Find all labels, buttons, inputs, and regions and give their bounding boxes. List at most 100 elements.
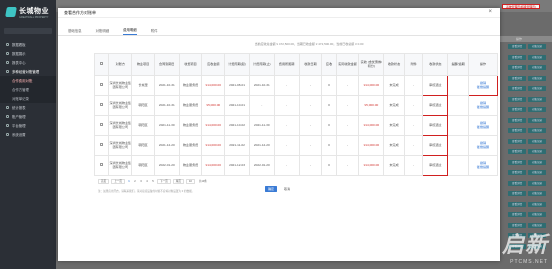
row-checkbox[interactable]: [100, 83, 104, 87]
reconcile-record-button[interactable]: 对账记录: [528, 65, 546, 70]
sidebar-item-label: 对账单记录: [12, 97, 29, 101]
background-action-row: 查看详情 对账记录: [500, 158, 552, 169]
sidebar-item-platform[interactable]: 平台管理: [0, 121, 56, 130]
table-row: 深圳长城物业集团有限公司 朝阳区 2021-11-30 物业服务费 ¥14,000.00…: [93, 115, 499, 136]
tab-reconciliation-detail[interactable]: 对账明细: [96, 28, 110, 35]
view-detail-button[interactable]: 查看详情: [508, 159, 526, 165]
payment-reminder-link[interactable]: 催缴提醒: [469, 105, 496, 110]
tab-fee-detail[interactable]: 费用明细: [123, 27, 137, 35]
reconcile-record-button[interactable]: 对账记录: [528, 149, 546, 154]
row-select-cell[interactable]: [93, 75, 110, 96]
sidebar-search-input[interactable]: [4, 28, 52, 34]
view-detail-button[interactable]: 查看详情: [508, 65, 526, 70]
row-checkbox[interactable]: [100, 103, 104, 107]
user-icon: [6, 115, 9, 118]
payment-reminder-link[interactable]: 催缴提醒: [469, 125, 496, 130]
last-page-button[interactable]: 尾页: [172, 179, 184, 184]
reconcile-record-button[interactable]: 对账记录: [528, 86, 546, 91]
view-detail-button[interactable]: 查看详情: [508, 180, 526, 186]
reconcile-record-button[interactable]: 对账记录: [528, 128, 546, 133]
sidebar-item-reconciliation[interactable]: 多种经营对账管理: [0, 67, 56, 76]
page-size-select[interactable]: 10: [185, 179, 195, 184]
reconcile-record-button[interactable]: 对账记录: [528, 201, 546, 207]
view-detail-button[interactable]: 查看详情: [508, 44, 526, 49]
background-action-row: 查看详情 对账记录: [500, 84, 552, 95]
view-detail-button[interactable]: 查看详情: [508, 149, 526, 154]
reconcile-record-button[interactable]: 对账记录: [528, 138, 546, 144]
page-number[interactable]: 2: [133, 180, 137, 183]
view-detail-button[interactable]: 查看详情: [508, 107, 526, 112]
sidebar-subitem-cooperation-fee[interactable]: 合作费用对账: [0, 76, 56, 85]
sidebar-item-label: 合作费用对账: [12, 79, 33, 83]
row-select-cell[interactable]: [93, 155, 110, 176]
view-detail-button[interactable]: 查看详情: [508, 96, 526, 102]
background-action-row: 查看详情 对账记录: [500, 210, 552, 221]
sidebar-subitem-partners[interactable]: 合作方管理: [0, 85, 56, 94]
tab-attachments[interactable]: 附件: [151, 28, 158, 35]
reconcile-record-button[interactable]: 对账记录: [528, 44, 546, 49]
page-number[interactable]: 1: [127, 180, 131, 183]
reconcile-record-button[interactable]: 对账记录: [528, 180, 546, 186]
user-menu[interactable]: 系统管理员(超级管理员): [502, 4, 540, 9]
select-all-checkbox[interactable]: [100, 62, 104, 66]
reconcile-record-button[interactable]: 对账记录: [528, 75, 546, 81]
reconcile-record-button[interactable]: 对账记录: [528, 159, 546, 165]
row-select-cell[interactable]: [93, 95, 110, 116]
reconcile-record-button[interactable]: 对账记录: [528, 212, 546, 217]
cell-actual: ¥14,000.00: [358, 155, 385, 176]
view-detail-button[interactable]: 查看详情: [508, 191, 526, 196]
sidebar-item-stats[interactable]: 统计报表: [0, 103, 56, 112]
view-detail-button[interactable]: 查看详情: [508, 75, 526, 81]
reconcile-record-button[interactable]: 对账记录: [528, 170, 546, 175]
row-checkbox[interactable]: [100, 163, 104, 167]
cell-amount: ¥14,000.00: [201, 75, 226, 96]
close-icon[interactable]: ×: [488, 9, 492, 15]
payment-reminder-link[interactable]: 催缴提醒: [469, 145, 496, 150]
row-checkbox[interactable]: [100, 123, 104, 127]
sidebar-item-data[interactable]: 数据展示: [0, 49, 56, 58]
column-header: 应收: [321, 53, 337, 76]
view-detail-button[interactable]: 查看详情: [508, 117, 526, 123]
cell-item: 物业服务费: [178, 115, 203, 136]
view-detail-button[interactable]: 查看详情: [508, 170, 526, 175]
cancel-button[interactable]: 取消: [281, 186, 293, 192]
view-detail-button[interactable]: 查看详情: [508, 128, 526, 133]
confirm-button[interactable]: 确定: [265, 186, 277, 192]
row-checkbox[interactable]: [100, 143, 104, 147]
sidebar-item-label: 统计报表: [12, 106, 26, 110]
sidebar-subitem-statements[interactable]: 对账单记录: [0, 94, 56, 103]
page-number[interactable]: 4: [145, 180, 149, 183]
payment-reminder-link[interactable]: 催缴提醒: [469, 85, 496, 90]
reconcile-record-button[interactable]: 对账记录: [528, 117, 546, 123]
page-number[interactable]: 3: [139, 180, 143, 183]
view-detail-button[interactable]: 查看详情: [508, 212, 526, 217]
row-select-cell[interactable]: [93, 115, 110, 136]
reconcile-record-button[interactable]: 对账记录: [528, 54, 546, 60]
tab-basic-info[interactable]: 基础信息: [68, 28, 82, 35]
logo-icon: [5, 7, 17, 17]
sidebar-item-reports[interactable]: 报表中心: [0, 58, 56, 67]
view-detail-button[interactable]: 查看详情: [508, 86, 526, 91]
reconcile-record-button[interactable]: 对账记录: [528, 96, 546, 102]
page-number[interactable]: 5: [151, 180, 155, 183]
payment-reminder-link[interactable]: 催缴提醒: [469, 165, 496, 170]
select-all-header[interactable]: [93, 53, 110, 76]
reconcile-record-button[interactable]: 对账记录: [528, 191, 546, 196]
reconcile-record-button[interactable]: 对账记录: [528, 107, 546, 112]
cell-paid: -: [335, 135, 360, 156]
brand-logo[interactable]: 长城物业 GREATWALL PROPERTY: [0, 0, 56, 24]
sidebar-item-accounts[interactable]: 账户管理: [0, 112, 56, 121]
view-detail-button[interactable]: 查看详情: [508, 54, 526, 60]
column-header: 对账方: [108, 53, 133, 76]
sidebar-item-dashboard[interactable]: 数据看板: [0, 40, 56, 49]
first-page-button[interactable]: 首页: [98, 179, 110, 184]
sidebar-item-label: 报表中心: [12, 61, 26, 65]
cell-recv_status: 审核通过: [422, 135, 449, 156]
view-detail-button[interactable]: 查看详情: [508, 138, 526, 144]
next-page-button[interactable]: 下一页: [156, 179, 171, 184]
cell-paid: -: [335, 75, 360, 96]
prev-page-button[interactable]: 上一页: [111, 179, 125, 184]
sidebar-item-settings[interactable]: 系统设置: [0, 130, 56, 139]
view-detail-button[interactable]: 查看详情: [508, 201, 526, 207]
row-select-cell[interactable]: [93, 135, 110, 156]
